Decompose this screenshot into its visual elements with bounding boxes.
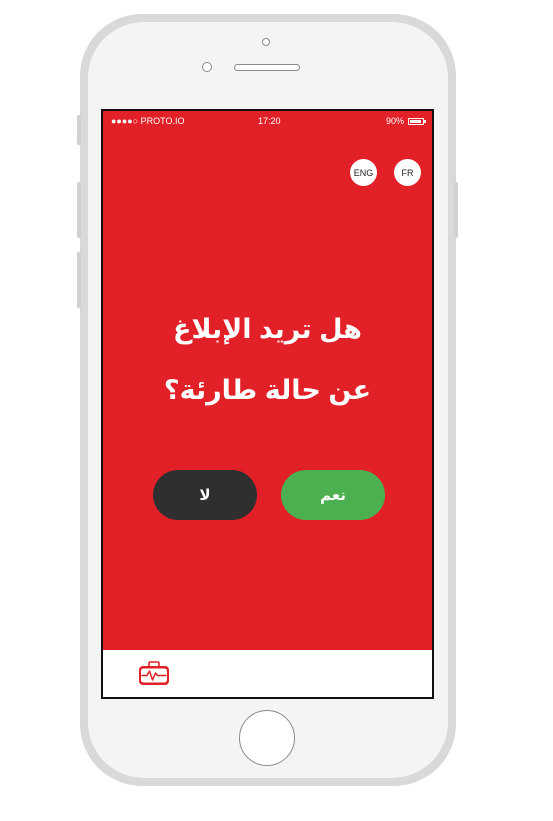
power-button xyxy=(454,182,458,238)
yes-button[interactable]: نعم xyxy=(281,470,385,520)
language-french-button[interactable]: FR xyxy=(394,159,421,186)
question-line-2: عن حالة طارئة؟ xyxy=(163,375,372,405)
emergency-question: هل تريد الإبلاغ عن حالة طارئة؟ xyxy=(103,299,432,421)
mute-switch xyxy=(77,115,81,145)
tab-bar xyxy=(103,650,432,697)
status-bar: ●●●●○ PROTO.IO 17:20 90% xyxy=(103,111,432,131)
status-time: 17:20 xyxy=(258,116,281,126)
battery-percent: 90% xyxy=(385,116,404,126)
battery-icon xyxy=(408,117,426,125)
language-english-button[interactable]: ENG xyxy=(350,159,377,186)
earpiece-speaker xyxy=(234,64,300,71)
no-button[interactable]: لا xyxy=(153,470,257,520)
volume-up-button xyxy=(77,182,81,238)
volume-down-button xyxy=(77,252,81,308)
proximity-sensor xyxy=(262,38,270,46)
home-button[interactable] xyxy=(239,710,295,766)
medical-kit-icon[interactable] xyxy=(137,660,171,688)
question-line-1: هل تريد الإبلاغ xyxy=(173,314,362,344)
carrier-signal: ●●●●○ PROTO.IO xyxy=(111,116,185,126)
front-camera xyxy=(202,62,212,72)
battery-status: 90% xyxy=(385,111,426,131)
app-screen: ●●●●○ PROTO.IO 17:20 90% ENG FR هل تريد … xyxy=(101,109,434,699)
